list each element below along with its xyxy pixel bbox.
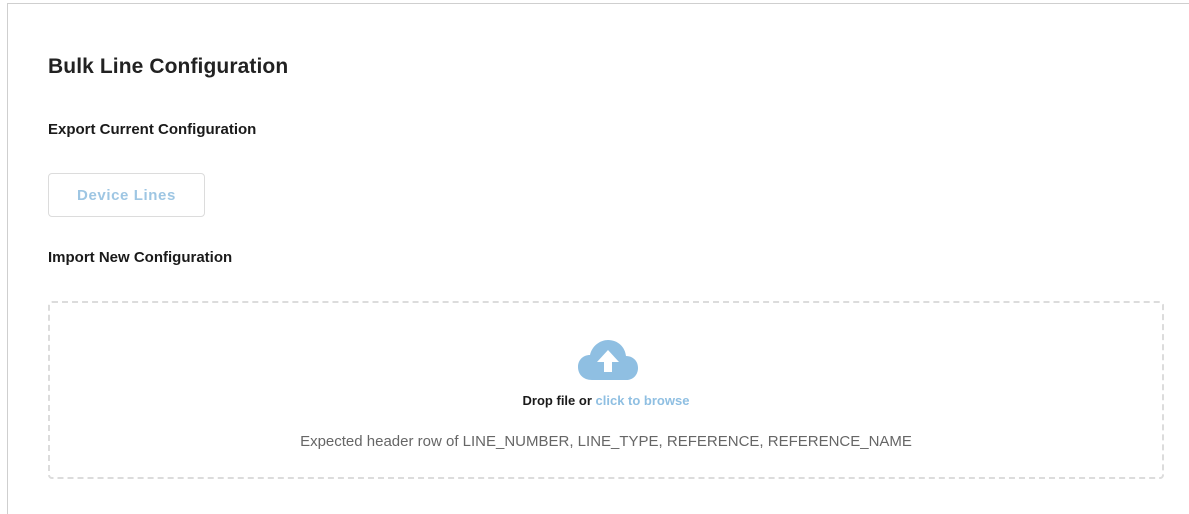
import-section-title: Import New Configuration xyxy=(48,249,233,266)
expected-header-hint: Expected header row of LINE_NUMBER, LINE… xyxy=(300,433,912,450)
file-dropzone[interactable]: Drop file or click to browse Expected he… xyxy=(48,301,1164,479)
page-title: Bulk Line Configuration xyxy=(48,55,289,78)
browse-link[interactable]: click to browse xyxy=(596,393,690,408)
drop-file-text: Drop file or xyxy=(522,393,592,408)
drop-instructions: Drop file or click to browse xyxy=(50,393,1162,408)
cloud-upload-icon xyxy=(578,340,638,380)
device-lines-button[interactable]: Device Lines xyxy=(48,173,205,217)
export-section-title: Export Current Configuration xyxy=(48,121,257,138)
